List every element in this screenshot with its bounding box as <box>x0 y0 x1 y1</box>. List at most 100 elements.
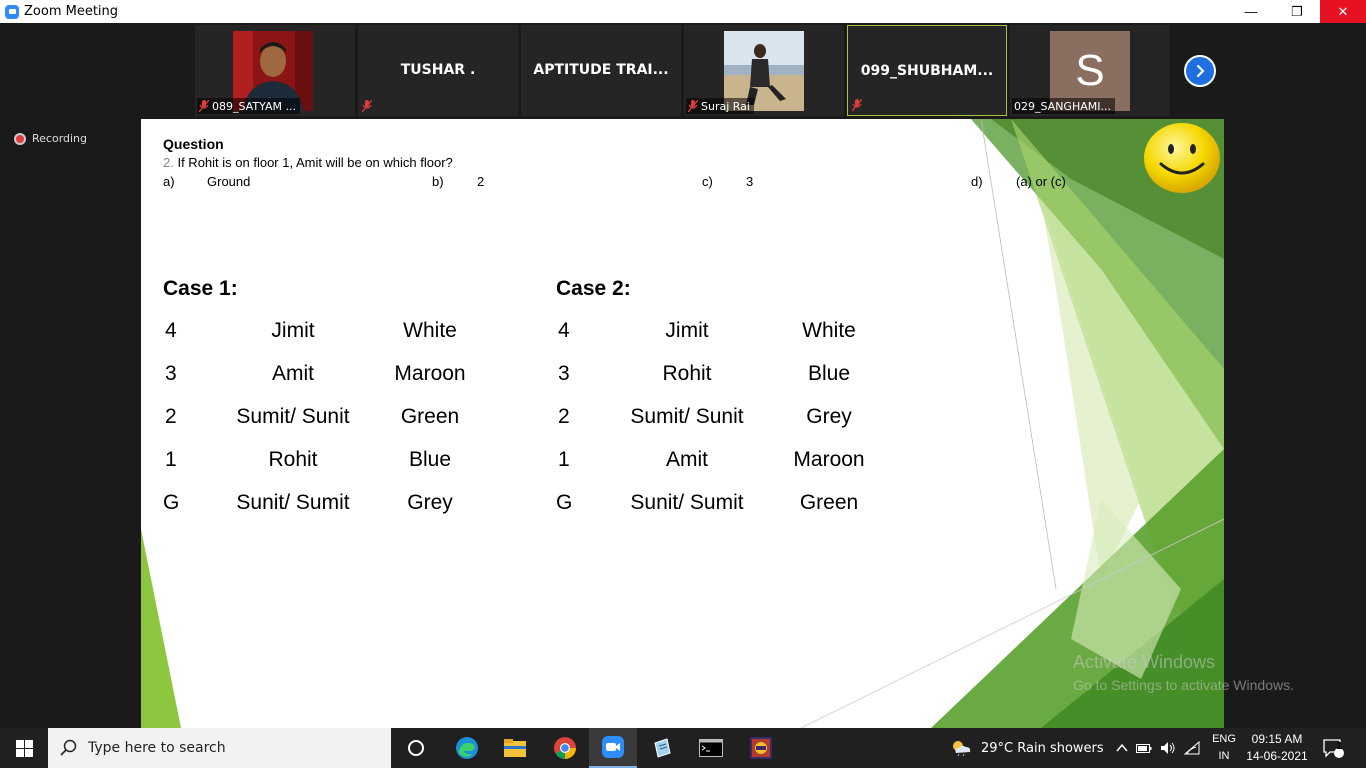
chrome-taskbar-button[interactable] <box>541 728 589 768</box>
case-2-person: Amit <box>666 448 708 471</box>
participant-label <box>360 98 376 114</box>
zoom-taskbar-button[interactable] <box>589 728 637 768</box>
terminal-icon <box>699 739 723 757</box>
participant-label <box>850 97 866 113</box>
battery-icon[interactable] <box>1136 742 1152 754</box>
mic-muted-icon <box>688 100 698 112</box>
mic-muted-icon <box>362 100 372 112</box>
participant-label: 029_SANGHAMI... <box>1012 98 1115 114</box>
maximize-button[interactable]: ❐ <box>1274 0 1320 23</box>
notification-center-button[interactable]: 1 <box>1322 728 1344 768</box>
case-2-color: Green <box>799 491 859 514</box>
case-2-person: Rohit <box>662 362 712 385</box>
file-explorer-icon <box>504 739 526 757</box>
participant-tile[interactable]: TUSHAR . <box>358 25 518 116</box>
minimize-button[interactable]: — <box>1228 0 1274 23</box>
case-2-floor: 4 <box>558 319 570 342</box>
case-2-color: Blue <box>807 362 851 385</box>
rain-cloud-icon <box>953 741 971 757</box>
case-2-color: White <box>802 319 856 342</box>
option-key: a) <box>163 174 175 189</box>
participant-strip: 089_SATYAM ... TUSHAR . APTITUDE TRAI... <box>0 23 1366 118</box>
option-value: Ground <box>207 174 251 189</box>
case-1-color: Grey <box>407 491 453 514</box>
notepad-taskbar-button[interactable] <box>638 728 686 768</box>
task-view-button[interactable] <box>392 728 440 768</box>
participant-tile[interactable]: Suraj Rai <box>684 25 844 116</box>
case-1-color: Blue <box>408 448 452 471</box>
option-key: b) <box>432 174 444 189</box>
start-button[interactable] <box>0 728 48 768</box>
activation-watermark-title: Activate Windows <box>1073 652 1216 672</box>
case-1-title: Case 1: <box>163 277 238 300</box>
case-2-person: Sunit/ Sumit <box>630 491 744 514</box>
case-1-person: Amit <box>272 362 314 385</box>
language-indicator[interactable]: ENG IN <box>1210 731 1238 765</box>
case-1-color: Green <box>400 405 460 428</box>
search-icon <box>60 739 77 756</box>
case-1-person: Rohit <box>268 448 318 471</box>
wifi-icon[interactable] <box>1184 741 1200 755</box>
option-key: c) <box>702 174 713 189</box>
clock[interactable]: 09:15 AM 14-06-2021 <box>1246 731 1308 765</box>
case-1-person: Sunit/ Sumit <box>236 491 350 514</box>
case-2-floor: 3 <box>558 362 570 385</box>
participant-label: Suraj Rai <box>686 98 754 114</box>
file-explorer-taskbar-button[interactable] <box>491 728 539 768</box>
next-page-button[interactable] <box>1184 55 1216 87</box>
taskbar-search-box[interactable]: Type here to search <box>48 728 391 768</box>
case-1-floor: G <box>163 491 180 514</box>
question-text: 2. If Rohit is on floor 1, Amit will be … <box>163 155 453 170</box>
case-1-floor: 3 <box>165 362 177 385</box>
option-value: 3 <box>746 174 754 189</box>
option-key: d) <box>971 174 983 189</box>
weather-text: 29°C Rain showers <box>981 740 1104 756</box>
case-2-floor: 1 <box>558 448 570 471</box>
participant-tile[interactable]: S 029_SANGHAMI... <box>1010 25 1170 116</box>
recording-icon <box>14 132 26 145</box>
smiley-icon <box>1144 123 1220 193</box>
chevron-up-icon[interactable] <box>1116 743 1128 753</box>
case-1-floor: 2 <box>165 405 177 428</box>
game-app-icon <box>750 737 772 759</box>
case-2-floor: 2 <box>558 405 570 428</box>
option-value: 2 <box>477 174 485 189</box>
clock-time: 09:15 AM <box>1251 732 1303 746</box>
participant-name: APTITUDE TRAI... <box>533 62 669 78</box>
windows-logo-icon <box>15 739 33 757</box>
question-heading: Question <box>163 136 224 152</box>
case-1-color: Maroon <box>394 362 466 385</box>
case-1-color: White <box>403 319 457 342</box>
participant-name: 099_SHUBHAM... <box>860 63 994 79</box>
close-button[interactable]: ✕ <box>1320 0 1366 23</box>
mic-muted-icon <box>852 99 862 111</box>
edge-taskbar-button[interactable] <box>443 728 491 768</box>
volume-icon[interactable] <box>1160 741 1176 755</box>
system-tray <box>1116 728 1200 768</box>
notification-count: 1 <box>1336 741 1343 752</box>
window-title: Zoom Meeting <box>24 4 119 19</box>
weather-widget[interactable]: 29°C Rain showers <box>950 728 1104 768</box>
case-1-person: Jimit <box>271 319 315 342</box>
task-view-icon <box>408 740 424 756</box>
case-2-person: Jimit <box>665 319 709 342</box>
activation-watermark-text: Go to Settings to activate Windows. <box>1073 677 1294 693</box>
participant-tile[interactable]: 089_SATYAM ... <box>195 25 355 116</box>
taskbar: Type here to search 29°C Rain showers EN… <box>0 728 1366 768</box>
terminal-taskbar-button[interactable] <box>687 728 735 768</box>
participant-label: 089_SATYAM ... <box>197 98 300 114</box>
zoom-icon <box>602 736 624 758</box>
mic-muted-icon <box>199 100 209 112</box>
zoom-app-icon <box>5 4 19 19</box>
chevron-right-icon <box>1196 64 1205 78</box>
participant-tile-active-speaker[interactable]: 099_SHUBHAM... <box>847 25 1007 116</box>
chrome-icon <box>554 737 576 759</box>
recording-indicator[interactable]: Recording <box>14 132 87 145</box>
clock-date: 14-06-2021 <box>1246 749 1308 763</box>
option-value: (a) or (c) <box>1016 174 1066 189</box>
participant-tile[interactable]: APTITUDE TRAI... <box>521 25 681 116</box>
case-1-floor: 4 <box>165 319 177 342</box>
game-app-taskbar-button[interactable] <box>737 728 785 768</box>
case-1-floor: 1 <box>165 448 177 471</box>
edge-icon <box>456 737 478 759</box>
